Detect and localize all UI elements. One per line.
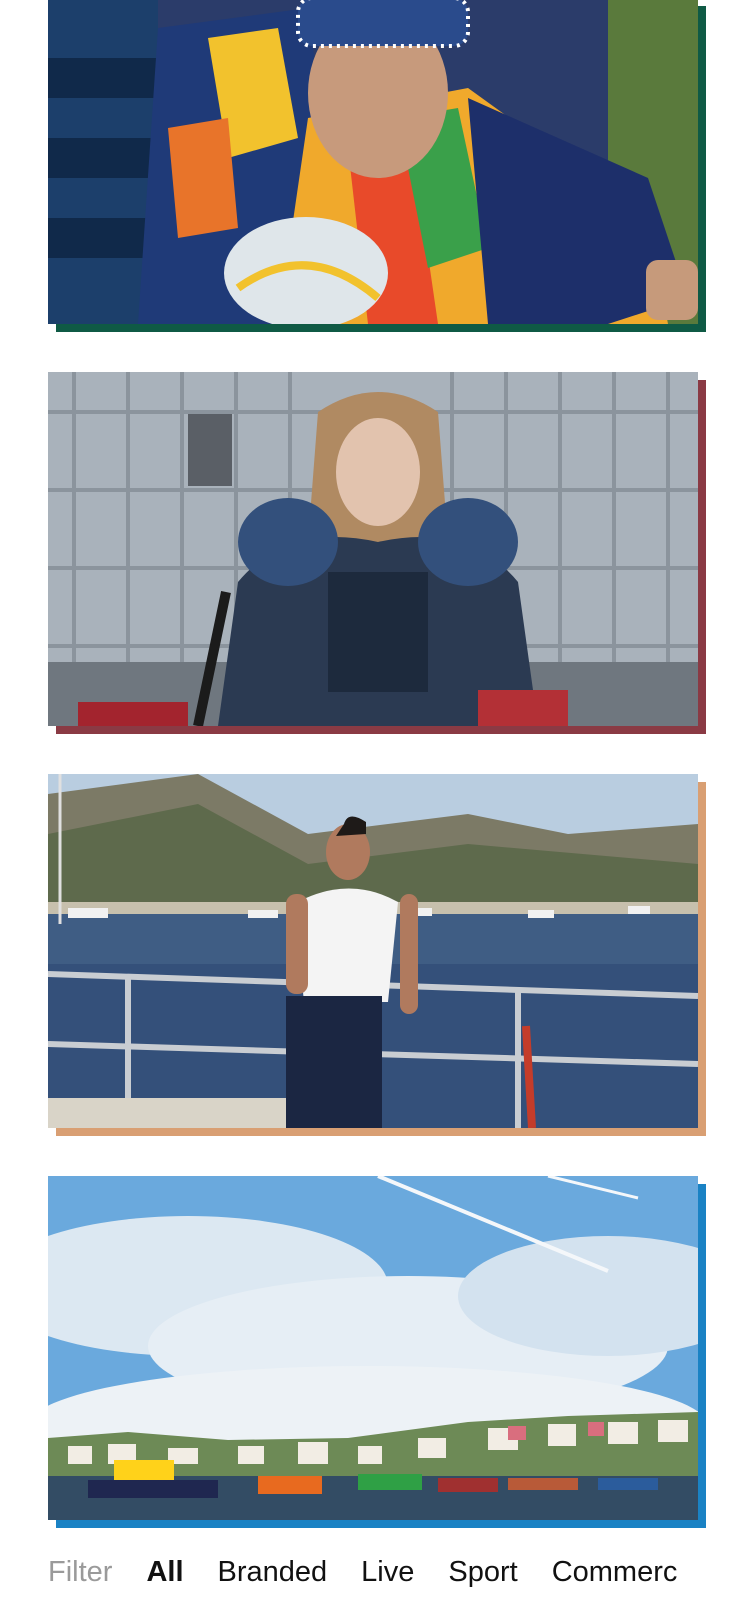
filter-label: Filter [48, 1555, 113, 1588]
harbour-man-photo [48, 774, 698, 1128]
filter-bar: Filter All Branded Live Sport Commerc [48, 1548, 711, 1596]
hockey-player-photo [48, 372, 698, 726]
video-card-rugby[interactable] [48, 0, 706, 332]
video-card-harbour-town[interactable] [48, 1176, 706, 1528]
rugby-player-photo [48, 0, 698, 324]
video-card-harbour-man[interactable] [48, 774, 706, 1136]
filter-item-sport[interactable]: Sport [448, 1556, 517, 1589]
filter-item-live[interactable]: Live [361, 1556, 414, 1589]
filter-item-commerce[interactable]: Commerc [552, 1556, 678, 1589]
video-card-hockey[interactable] [48, 372, 706, 734]
harbour-town-photo [48, 1176, 698, 1520]
filter-item-all[interactable]: All [146, 1556, 183, 1589]
filter-item-branded[interactable]: Branded [218, 1556, 328, 1589]
